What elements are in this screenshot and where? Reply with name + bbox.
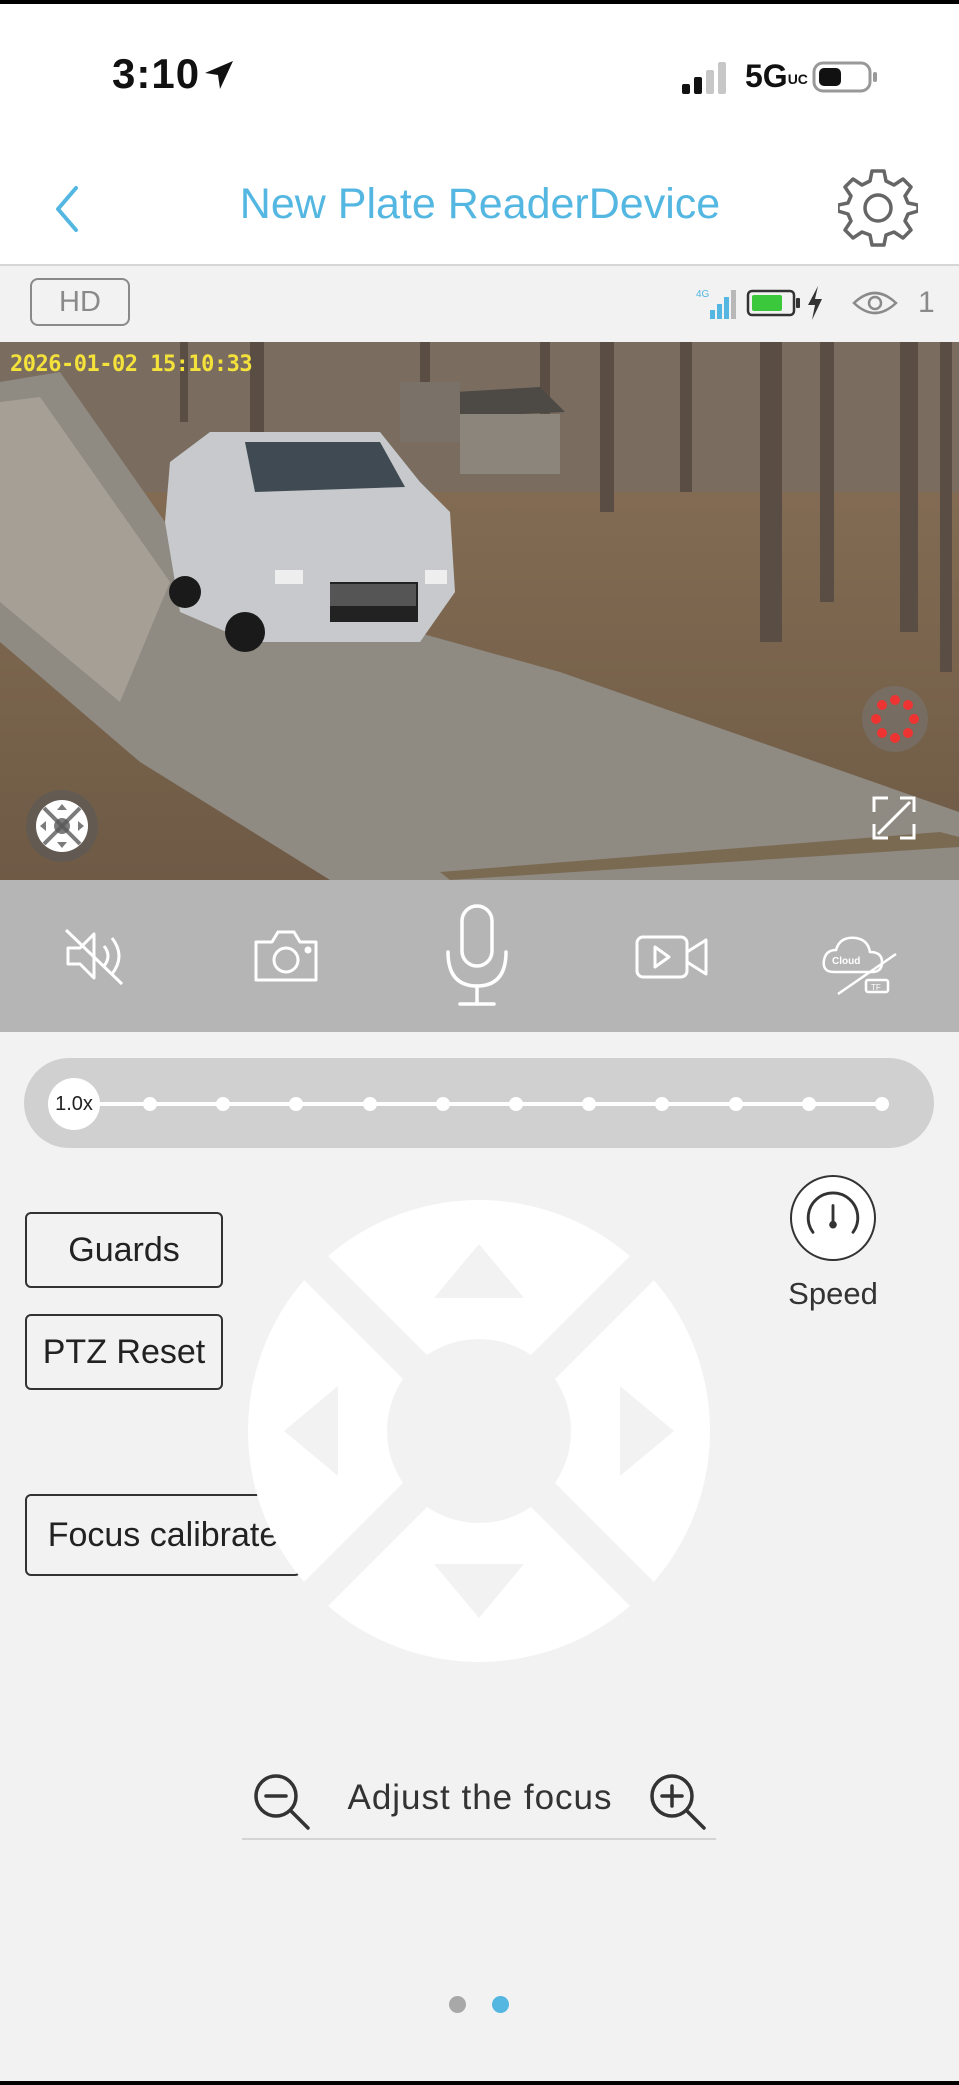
zoom-level-knob[interactable]: 1.0x	[48, 1078, 100, 1130]
page-indicator-dot[interactable]	[449, 1996, 466, 2013]
cloud-tf-icon[interactable]: Cloud TF	[820, 932, 900, 996]
fullscreen-icon[interactable]	[870, 794, 918, 842]
zoom-stop-dot[interactable]	[728, 1097, 743, 1111]
record-video-icon[interactable]	[634, 932, 710, 982]
eye-icon	[852, 291, 898, 315]
record-indicator-icon	[862, 686, 928, 752]
ptz-direction-pad[interactable]	[248, 1200, 710, 1662]
tf-text: TF	[871, 983, 881, 992]
zoom-stop-dot[interactable]	[509, 1097, 523, 1111]
zoom-stop-dot[interactable]	[362, 1097, 377, 1111]
zoom-stop-dot[interactable]	[143, 1097, 157, 1111]
battery-icon	[746, 289, 800, 317]
zoom-track	[90, 1102, 882, 1106]
speedometer-icon[interactable]	[790, 1175, 876, 1261]
camera-video-feed[interactable]	[0, 342, 959, 880]
page-title: New Plate ReaderDevice	[239, 180, 721, 228]
status-time: 3:10	[112, 50, 201, 97]
battery-icon	[812, 61, 877, 93]
bottom-border	[0, 2081, 959, 2085]
cell-signal-icon: 4G	[696, 289, 736, 319]
microphone-icon[interactable]	[440, 902, 514, 1010]
charging-bolt-icon	[808, 286, 822, 320]
ptz-reset-button[interactable]: PTZ Reset	[25, 1314, 223, 1390]
zoom-in-icon[interactable]	[646, 1770, 708, 1832]
chevron-left-icon[interactable]	[48, 182, 88, 236]
page-indicator-dot-active[interactable]	[492, 1996, 509, 2013]
adjust-focus-label: Adjust the focus	[347, 1778, 613, 1817]
cell-badge-text: 4G	[696, 289, 710, 300]
gear-icon[interactable]	[838, 168, 918, 248]
quality-hd-button[interactable]: HD	[30, 278, 130, 326]
zoom-stop-dot[interactable]	[801, 1097, 816, 1111]
zoom-stop-dot[interactable]	[875, 1097, 889, 1111]
location-arrow-icon	[205, 61, 233, 89]
cell-signal-icon	[682, 62, 726, 94]
video-timestamp: 2026-01-02 15:10:33	[10, 352, 253, 377]
guards-button[interactable]: Guards	[25, 1212, 223, 1288]
cloud-text: Cloud	[832, 956, 860, 967]
viewer-count: 1	[918, 286, 935, 319]
snapshot-camera-icon[interactable]	[252, 928, 320, 984]
zoom-out-icon[interactable]	[250, 1770, 312, 1832]
network-sup: UC	[787, 70, 808, 87]
ptz-joystick-icon[interactable]	[24, 788, 100, 864]
mute-icon[interactable]	[62, 926, 132, 986]
zoom-stop-dot[interactable]	[435, 1097, 450, 1111]
speed-label: Speed	[788, 1276, 878, 1311]
network-label: 5GUC	[745, 58, 808, 94]
